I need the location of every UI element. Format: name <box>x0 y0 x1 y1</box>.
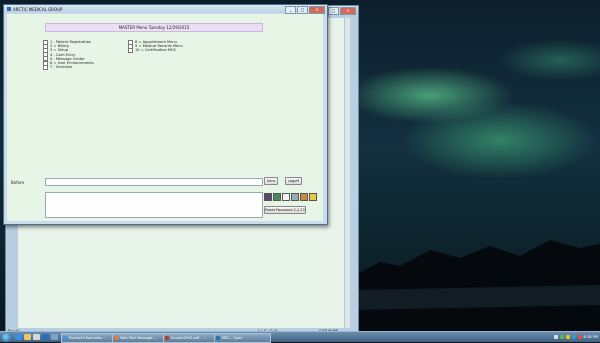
taskbar-item-msc[interactable]: MSC - Open <box>214 333 271 343</box>
logoff-button[interactable]: Logoff <box>285 177 302 185</box>
volume-icon[interactable] <box>571 335 576 339</box>
menu-client-area: MASTER Menu Tuesday 12/29/2015 1 - Patie… <box>7 14 323 221</box>
menu-right-column: 8 = Appointment Menu 9 = Medical Records… <box>128 39 183 53</box>
taskbar-item-webmail[interactable]: Web Mail Message:... <box>112 333 169 343</box>
toolbar-icons <box>264 193 317 201</box>
window-titlebar: ARCTIC MEDICAL GROUP <box>4 5 327 13</box>
taskbar-item-invoice[interactable]: Invoice2942.pdf - ... <box>163 333 220 343</box>
ie-icon[interactable] <box>42 334 49 340</box>
menu-header: MASTER Menu Tuesday 12/29/2015 <box>45 23 263 32</box>
window-icon <box>63 336 67 340</box>
minimize-button[interactable]: _ <box>285 6 296 14</box>
ie-icon[interactable] <box>15 334 22 340</box>
app-icon <box>216 336 220 340</box>
app-icon[interactable] <box>51 334 58 340</box>
monitor-icon[interactable] <box>264 193 272 201</box>
taskbar: Product Informatio... Web Mail Message:.… <box>0 331 600 343</box>
clock[interactable]: 6:18 PM <box>584 335 598 339</box>
window-title: ARCTIC MEDICAL GROUP <box>13 6 63 12</box>
close-button[interactable]: ✕ <box>340 7 356 15</box>
document-icon[interactable] <box>282 193 290 201</box>
checkbox[interactable] <box>128 47 133 53</box>
message-area[interactable] <box>45 192 263 218</box>
mail-icon <box>114 336 118 340</box>
folder-icon[interactable] <box>300 193 308 201</box>
explorer-icon[interactable] <box>24 334 31 340</box>
app-icon <box>7 7 11 11</box>
pdf-icon <box>165 336 169 340</box>
shield-icon[interactable] <box>565 335 570 339</box>
intro-button[interactable]: Intro <box>264 177 278 185</box>
menu-left-column: 1 - Patient Registration 2 = Billing 3 =… <box>43 39 94 70</box>
window-controls: _ □ ✕ <box>285 6 325 14</box>
menu-item[interactable]: 7 - Schedule <box>43 64 94 70</box>
before-label: Before <box>11 180 25 185</box>
network-icon[interactable] <box>559 335 564 339</box>
maximize-button[interactable]: □ <box>297 6 308 14</box>
people-icon[interactable] <box>273 193 281 201</box>
note-icon[interactable] <box>309 193 317 201</box>
close-button[interactable]: ✕ <box>309 6 325 14</box>
app-icon[interactable] <box>33 334 40 340</box>
before-input[interactable] <box>45 178 263 186</box>
master-menu-window: ARCTIC MEDICAL GROUP _ □ ✕ MASTER Menu T… <box>3 4 328 225</box>
checkbox[interactable] <box>43 64 48 70</box>
flag-icon[interactable] <box>577 335 582 339</box>
menu-item[interactable]: 10 = Certification MU2 <box>128 47 183 53</box>
calendar-icon[interactable] <box>291 193 299 201</box>
arrow-icon[interactable] <box>553 335 558 339</box>
taskbar-item-product[interactable]: Product Informatio... <box>61 333 118 343</box>
vertical-scrollbar[interactable] <box>344 18 350 328</box>
maximize-button[interactable]: □ <box>328 7 339 15</box>
reset-password-button[interactable]: Reset Password 2.2.23 <box>264 206 306 214</box>
system-tray: 6:18 PM <box>553 333 598 341</box>
